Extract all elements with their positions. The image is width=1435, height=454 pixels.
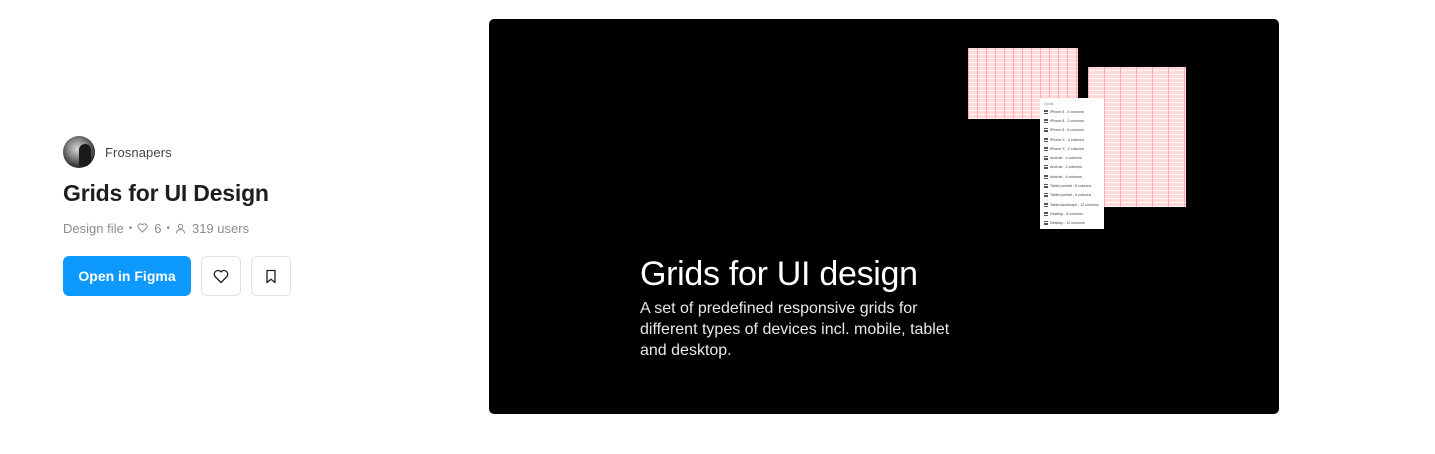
page-title: Grids for UI Design xyxy=(63,180,269,206)
preview-heading: Grids for UI design xyxy=(640,255,918,293)
grid-icon xyxy=(1044,128,1048,133)
author-name[interactable]: Frosnapers xyxy=(105,145,172,160)
grid-icon xyxy=(1044,221,1048,226)
list-item: Desktop - 12 columns xyxy=(1044,219,1100,228)
grid-icon xyxy=(1044,211,1048,216)
grid-icon xyxy=(1044,174,1048,179)
list-item: iPhone X - 4 columns xyxy=(1044,135,1100,144)
like-button[interactable] xyxy=(201,256,241,296)
grid-icon xyxy=(1044,137,1048,142)
grid-icon xyxy=(1044,202,1048,207)
list-item: Tablet landscape - 12 columns xyxy=(1044,200,1100,209)
list-item: iPhone 8 - 4 columns xyxy=(1044,107,1100,116)
file-info: Frosnapers Grids for UI Design Design fi… xyxy=(63,136,363,296)
user-count: 319 users xyxy=(191,220,250,236)
list-item: Tablet portrait - 6 columns xyxy=(1044,191,1100,200)
grid-icon xyxy=(1044,109,1048,114)
avatar[interactable] xyxy=(63,136,95,168)
meta-separator: • xyxy=(166,222,170,234)
grid-icon xyxy=(1044,165,1048,170)
list-item: Android - 4 columns xyxy=(1044,153,1100,162)
list-item: iPhone 8 - 6 columns xyxy=(1044,126,1100,135)
list-item: Desktop - 8 columns xyxy=(1044,209,1100,218)
file-type-label: Design file xyxy=(63,220,124,236)
grid-icon xyxy=(1044,156,1048,161)
list-item: Android - 6 columns xyxy=(1044,172,1100,181)
list-item: Android - 2 columns xyxy=(1044,163,1100,172)
heart-icon xyxy=(213,269,229,283)
list-item: iPhone 8 - 2 columns xyxy=(1044,116,1100,125)
action-bar: Open in Figma xyxy=(63,256,363,296)
bookmark-icon xyxy=(266,269,276,283)
list-item: iPhone X - 2 columns xyxy=(1044,144,1100,153)
grid-icon xyxy=(1044,184,1048,189)
preview-description: A set of predefined responsive grids for… xyxy=(640,300,950,359)
grid-icon xyxy=(1044,146,1048,151)
file-preview-thumbnail[interactable]: Grids iPhone 8 - 4 columns iPhone 8 - 2 … xyxy=(489,19,1279,414)
grid-styles-panel: Grids iPhone 8 - 4 columns iPhone 8 - 2 … xyxy=(1040,98,1104,229)
heart-icon xyxy=(137,223,148,233)
grid-icon xyxy=(1044,193,1048,198)
author-row[interactable]: Frosnapers xyxy=(63,136,363,168)
open-in-figma-button[interactable]: Open in Figma xyxy=(63,256,191,296)
grid-icon xyxy=(1044,118,1048,123)
list-item: Tablet portrait - 8 columns xyxy=(1044,181,1100,190)
bookmark-button[interactable] xyxy=(251,256,291,296)
file-meta: Design file • 6 • 319 users xyxy=(63,218,363,238)
user-icon xyxy=(175,223,186,233)
meta-separator: • xyxy=(128,222,133,234)
like-count: 6 xyxy=(154,220,162,236)
